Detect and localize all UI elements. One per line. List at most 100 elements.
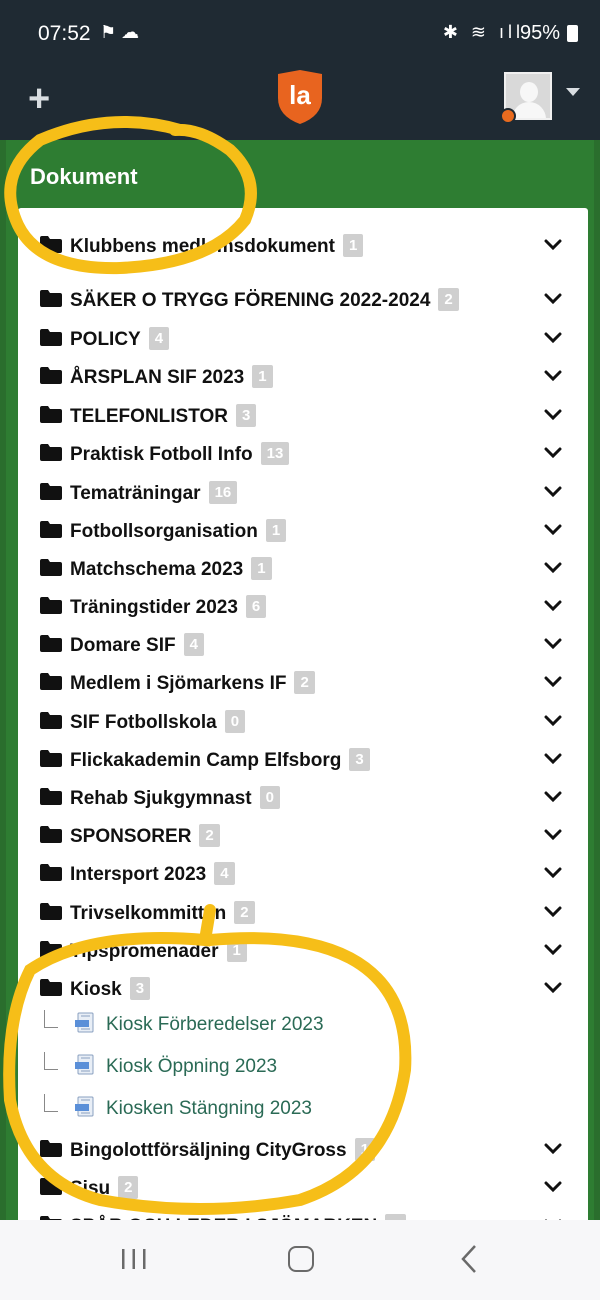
folder-row[interactable]: Kiosk 3 xyxy=(18,971,588,1007)
document-link[interactable]: Kiosk Öppning 2023 xyxy=(106,1056,277,1078)
count-badge: 1 xyxy=(252,365,273,388)
folder-icon xyxy=(40,1140,62,1157)
folder-label: POLICY 4 xyxy=(70,327,170,351)
folder-row[interactable]: Praktisk Fotboll Info 13 xyxy=(18,436,588,472)
folder-row[interactable]: Fotbollsorganisation 1 xyxy=(18,513,588,549)
folder-row[interactable]: Trivselkommittén 2 xyxy=(18,895,588,931)
count-badge: 3 xyxy=(129,977,151,1000)
folder-row[interactable]: Klubbens medlemsdokument 1 xyxy=(18,228,588,264)
folder-row[interactable]: ÅRSPLAN SIF 2023 1 xyxy=(18,359,588,395)
document-row[interactable]: Kiosken Stängning 2023 xyxy=(18,1094,588,1130)
system-nav-bar xyxy=(0,1220,600,1300)
folder-label: SÄKER O TRYGG FÖRENING 2022-2024 2 xyxy=(70,288,459,312)
chevron-down-icon[interactable] xyxy=(544,979,562,997)
tree-connector xyxy=(44,1052,58,1070)
count-badge: 4 xyxy=(214,862,235,885)
chevron-down-icon[interactable] xyxy=(544,635,562,653)
chevron-down-icon[interactable] xyxy=(544,1178,562,1196)
folder-icon xyxy=(40,712,62,729)
chevron-down-icon[interactable] xyxy=(544,750,562,768)
chevron-down-icon[interactable] xyxy=(544,559,562,577)
notification-dot xyxy=(500,108,516,124)
chevron-down-icon[interactable] xyxy=(544,712,562,730)
count-badge: 6 xyxy=(245,595,267,618)
chevron-down-icon[interactable] xyxy=(544,329,562,347)
chevron-down-icon[interactable] xyxy=(544,521,562,539)
folder-row[interactable]: Flickakademin Camp Elfsborg 3 xyxy=(18,742,588,778)
folder-label: SIF Fotbollskola 0 xyxy=(70,710,246,734)
chevron-down-icon[interactable] xyxy=(544,597,562,615)
document-icon xyxy=(74,1096,96,1118)
plus-icon[interactable]: + xyxy=(28,80,50,118)
folder-icon xyxy=(40,903,62,920)
folder-row[interactable]: SIF Fotbollskola 0 xyxy=(18,704,588,740)
document-link[interactable]: Kiosk Förberedelser 2023 xyxy=(106,1014,324,1036)
chevron-down-icon[interactable] xyxy=(544,903,562,921)
chevron-down-icon[interactable] xyxy=(544,673,562,691)
folder-row[interactable]: Matchschema 2023 1 xyxy=(18,551,588,587)
folder-row[interactable]: Bingolottförsäljning CityGross 1 xyxy=(18,1132,588,1168)
folder-icon xyxy=(40,236,62,253)
count-badge: 2 xyxy=(199,824,220,847)
folder-row[interactable]: POLICY 4 xyxy=(18,321,588,357)
logo-text: la xyxy=(289,80,311,110)
logo[interactable]: la xyxy=(276,70,324,124)
folder-icon xyxy=(40,864,62,881)
document-link[interactable]: Kiosken Stängning 2023 xyxy=(106,1098,312,1120)
tree-connector xyxy=(44,1094,58,1112)
folder-row[interactable]: Rehab Sjukgymnast 0 xyxy=(18,780,588,816)
folder-row[interactable]: Intersport 2023 4 xyxy=(18,856,588,892)
count-badge: 0 xyxy=(259,786,280,809)
folder-label: Tematräningar 16 xyxy=(70,481,238,505)
folder-icon xyxy=(40,521,62,538)
chevron-down-icon[interactable] xyxy=(544,788,562,806)
home-icon[interactable] xyxy=(288,1246,314,1272)
folder-icon xyxy=(40,406,62,423)
folder-icon xyxy=(40,559,62,576)
folder-label: Kiosk 3 xyxy=(70,977,151,1001)
chevron-down-icon[interactable] xyxy=(544,1140,562,1158)
count-badge: 2 xyxy=(234,901,255,924)
folder-row[interactable]: Tematräningar 16 xyxy=(18,475,588,511)
count-badge: 3 xyxy=(235,404,257,427)
count-badge: 4 xyxy=(183,633,204,656)
folder-label: TELEFONLISTOR 3 xyxy=(70,404,257,428)
document-row[interactable]: Kiosk Förberedelser 2023 xyxy=(18,1010,588,1046)
notification-icons: ⚑ ☁ xyxy=(100,22,140,42)
folder-row[interactable]: Sisu 2 xyxy=(18,1170,588,1206)
chevron-down-icon[interactable] xyxy=(544,941,562,959)
folder-row[interactable]: Träningstider 2023 6 xyxy=(18,589,588,625)
chevron-down-icon[interactable] xyxy=(544,236,562,254)
folder-row[interactable]: SÄKER O TRYGG FÖRENING 2022-2024 2 xyxy=(18,282,588,318)
folder-label: Domare SIF 4 xyxy=(70,633,204,657)
panel-title: Dokument xyxy=(30,164,138,189)
chevron-down-icon[interactable] xyxy=(544,290,562,308)
count-badge: 3 xyxy=(349,748,370,771)
chevron-down-icon[interactable] xyxy=(566,88,580,96)
folder-row[interactable]: Domare SIF 4 xyxy=(18,627,588,663)
count-badge: 16 xyxy=(208,481,238,504)
chevron-down-icon[interactable] xyxy=(544,864,562,882)
chevron-down-icon[interactable] xyxy=(544,826,562,844)
document-icon xyxy=(74,1054,96,1076)
document-icon xyxy=(74,1012,96,1034)
folder-row[interactable]: Tipspromenader 1 xyxy=(18,933,588,969)
chevron-down-icon[interactable] xyxy=(544,367,562,385)
back-icon[interactable] xyxy=(458,1244,480,1274)
chevron-down-icon[interactable] xyxy=(544,406,562,424)
count-badge: 1 xyxy=(251,557,272,580)
folder-label: Medlem i Sjömarkens IF 2 xyxy=(70,671,315,695)
folder-icon xyxy=(40,367,62,384)
status-time: 07:52 xyxy=(38,22,91,45)
folder-icon xyxy=(40,444,62,461)
count-badge: 1 xyxy=(354,1138,375,1161)
document-row[interactable]: Kiosk Öppning 2023 xyxy=(18,1052,588,1088)
chevron-down-icon[interactable] xyxy=(544,444,562,462)
battery-percent: 95% xyxy=(519,22,560,44)
chevron-down-icon[interactable] xyxy=(544,483,562,501)
folder-row[interactable]: TELEFONLISTOR 3 xyxy=(18,398,588,434)
folder-row[interactable]: SPONSORER 2 xyxy=(18,818,588,854)
count-badge: 0 xyxy=(224,710,246,733)
recents-icon[interactable] xyxy=(120,1248,148,1270)
folder-row[interactable]: Medlem i Sjömarkens IF 2 xyxy=(18,665,588,701)
